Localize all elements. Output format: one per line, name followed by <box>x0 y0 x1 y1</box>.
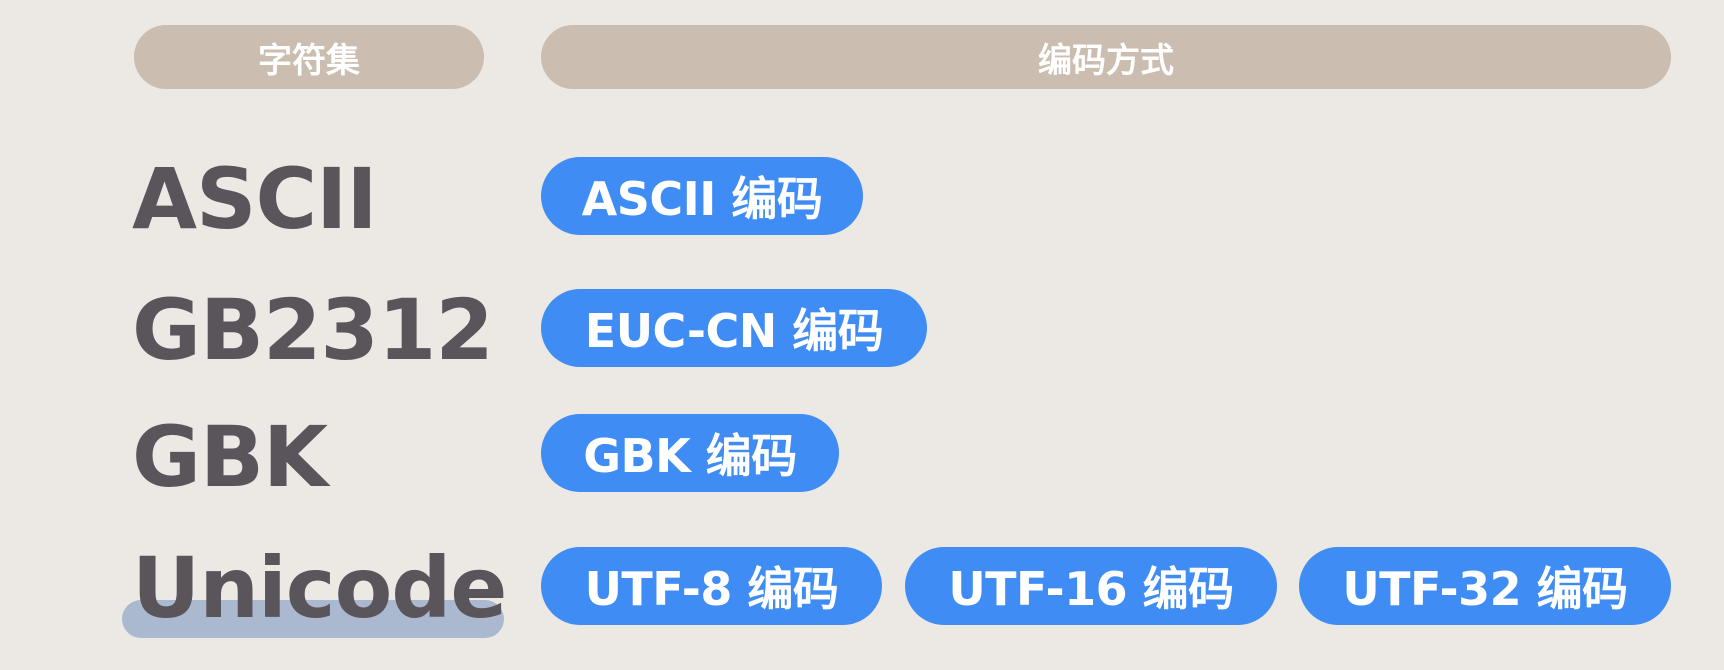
charset-gb2312: GB2312 <box>132 281 494 379</box>
encoding-pill-label: UTF-32 编码 <box>1342 562 1628 616</box>
encoding-pill-label: EUC-CN 编码 <box>584 304 884 358</box>
charset-ascii: ASCII <box>132 150 378 248</box>
charset-header-label: 字符集 <box>258 40 360 81</box>
encoding-pill-utf-16: UTF-16 编码 <box>905 547 1277 625</box>
encoding-pill-utf-8: UTF-8 编码 <box>541 547 882 625</box>
encoding-pill-ascii: ASCII 编码 <box>541 157 863 235</box>
charset-unicode: Unicode <box>132 539 507 637</box>
encoding-pill-utf-32: UTF-32 编码 <box>1299 547 1671 625</box>
encoding-header-label: 编码方式 <box>1038 40 1174 81</box>
encoding-pill-label: UTF-8 编码 <box>584 562 839 616</box>
charset-gbk: GBK <box>132 408 328 506</box>
encoding-pill-label: GBK 编码 <box>583 429 797 483</box>
encoding-pill-label: UTF-16 编码 <box>948 562 1234 616</box>
charset-header: 字符集 <box>134 25 484 89</box>
encoding-pill-euc-cn: EUC-CN 编码 <box>541 289 927 367</box>
encoding-header: 编码方式 <box>541 25 1671 89</box>
encoding-pill-gbk: GBK 编码 <box>541 414 839 492</box>
encoding-pill-label: ASCII 编码 <box>581 172 823 226</box>
